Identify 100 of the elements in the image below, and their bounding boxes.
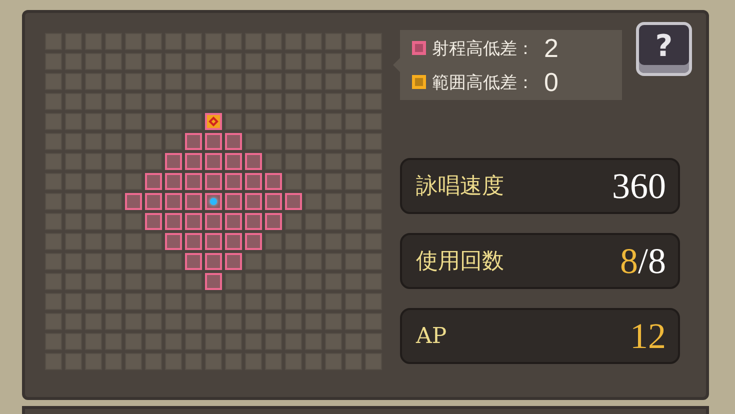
- grid-cell: [205, 53, 222, 70]
- grid-cell: [305, 173, 322, 190]
- range-tile: [225, 253, 242, 270]
- grid-cell: [305, 73, 322, 90]
- grid-cell: [305, 33, 322, 50]
- grid-cell: [265, 113, 282, 130]
- grid-cell: [145, 53, 162, 70]
- target-marker-icon: [208, 116, 218, 126]
- grid-cell: [125, 273, 142, 290]
- grid-cell: [225, 113, 242, 130]
- grid-cell: [365, 353, 382, 370]
- grid-cell: [45, 173, 62, 190]
- grid-cell: [205, 293, 222, 310]
- grid-cell: [345, 313, 362, 330]
- range-tile: [145, 193, 162, 210]
- grid-cell: [265, 93, 282, 110]
- grid-cell: [145, 153, 162, 170]
- grid-cell: [105, 353, 122, 370]
- range-tile: [185, 253, 202, 270]
- grid-cell: [285, 93, 302, 110]
- grid-cell: [45, 53, 62, 70]
- legend-label: 範囲高低差：: [432, 72, 534, 94]
- grid-cell: [265, 333, 282, 350]
- grid-cell: [105, 333, 122, 350]
- grid-cell: [365, 193, 382, 210]
- range-tile: [145, 213, 162, 230]
- grid-cell: [65, 173, 82, 190]
- stat-label: 詠唱速度: [416, 173, 504, 201]
- grid-cell: [105, 33, 122, 50]
- stat-value: 8: [620, 241, 638, 281]
- range-tile: [265, 213, 282, 230]
- range-tile: [185, 193, 202, 210]
- grid-cell: [245, 93, 262, 110]
- grid-cell: [165, 273, 182, 290]
- range-tile: [245, 233, 262, 250]
- grid-cell: [365, 153, 382, 170]
- grid-cell: [205, 73, 222, 90]
- grid-cell: [105, 313, 122, 330]
- grid-cell: [245, 293, 262, 310]
- help-button[interactable]: ?: [636, 22, 692, 76]
- grid-cell: [285, 333, 302, 350]
- grid-cell: [245, 53, 262, 70]
- range-tile: [185, 133, 202, 150]
- grid-cell: [285, 253, 302, 270]
- grid-cell: [285, 113, 302, 130]
- grid-cell: [305, 353, 322, 370]
- grid-cell: [325, 213, 342, 230]
- grid-cell: [185, 93, 202, 110]
- grid-cell: [45, 353, 62, 370]
- stat-value: 360: [612, 166, 666, 206]
- grid-cell: [165, 73, 182, 90]
- grid-cell: [45, 33, 62, 50]
- range-tile: [165, 193, 182, 210]
- grid-cell: [45, 133, 62, 150]
- grid-cell: [265, 313, 282, 330]
- stat-label: AP: [416, 324, 447, 348]
- grid-cell: [85, 153, 102, 170]
- grid-cell: [325, 153, 342, 170]
- grid-cell: [105, 93, 122, 110]
- range-tile: [185, 233, 202, 250]
- grid-cell: [265, 233, 282, 250]
- grid-cell: [225, 53, 242, 70]
- grid-cell: [325, 293, 342, 310]
- grid-cell: [345, 273, 362, 290]
- grid-cell: [245, 133, 262, 150]
- grid-cell: [145, 93, 162, 110]
- range-tile: [185, 213, 202, 230]
- grid-cell: [165, 353, 182, 370]
- grid-cell: [225, 33, 242, 50]
- range-tile: [225, 133, 242, 150]
- grid-cell: [205, 93, 222, 110]
- grid-cell: [265, 73, 282, 90]
- grid-cell: [245, 273, 262, 290]
- grid-cell: [85, 113, 102, 130]
- grid-cell: [85, 333, 102, 350]
- grid-cell: [85, 33, 102, 50]
- grid-cell: [365, 293, 382, 310]
- grid-cell: [345, 153, 362, 170]
- grid-cell: [365, 33, 382, 50]
- grid-cell: [345, 353, 362, 370]
- grid-cell: [65, 73, 82, 90]
- grid-cell: [185, 113, 202, 130]
- grid-cell: [325, 233, 342, 250]
- grid-cell: [345, 333, 362, 350]
- grid-cell: [305, 93, 322, 110]
- grid-cell: [45, 253, 62, 270]
- grid-cell: [365, 113, 382, 130]
- grid-cell: [125, 93, 142, 110]
- grid-cell: [125, 253, 142, 270]
- grid-cell: [65, 153, 82, 170]
- grid-cell: [65, 33, 82, 50]
- grid-cell: [325, 73, 342, 90]
- grid-cell: [145, 233, 162, 250]
- grid-cell: [365, 53, 382, 70]
- grid-cell: [285, 213, 302, 230]
- grid-cell: [85, 173, 102, 190]
- grid-cell: [345, 213, 362, 230]
- grid-cell: [305, 273, 322, 290]
- grid-cell: [365, 313, 382, 330]
- grid-cell: [305, 233, 322, 250]
